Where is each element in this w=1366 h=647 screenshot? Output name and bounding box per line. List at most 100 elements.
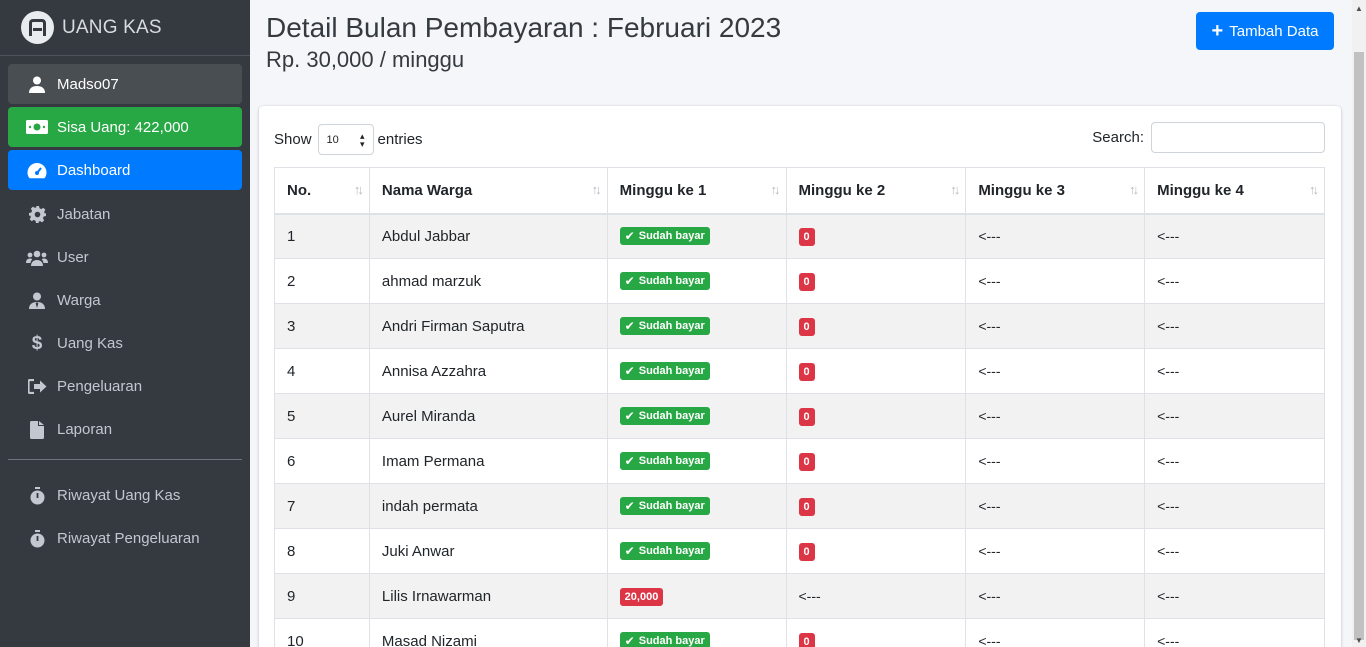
brand-link[interactable]: UANG KAS	[0, 0, 250, 56]
sidebar-item-label: Dashboard	[57, 161, 131, 179]
paid-badge[interactable]: ✔ Sudah bayar	[619, 497, 710, 515]
check-icon: ✔	[624, 229, 635, 244]
table-cell: 0	[785, 213, 967, 259]
users-icon	[26, 248, 48, 268]
table-cell: <---	[1144, 573, 1325, 619]
table-cell: <---	[965, 528, 1146, 574]
paid-badge[interactable]: ✔ Sudah bayar	[619, 542, 710, 560]
sidebar-item-label: User	[57, 249, 89, 266]
add-data-button[interactable]: + Tambah Data	[1196, 12, 1334, 50]
search-input[interactable]	[1151, 122, 1325, 153]
paid-badge[interactable]: ✔ Sudah bayar	[619, 272, 710, 290]
column-header-minggu-4[interactable]: Minggu ke 4 ↑↓	[1144, 167, 1325, 215]
unpaid-badge[interactable]: 0	[798, 227, 815, 246]
table-cell: 7	[274, 483, 370, 529]
sidebar-saldo[interactable]: Sisa Uang: 422,000	[8, 107, 242, 147]
dollar-icon: $	[31, 332, 43, 354]
entries-control: Show 10 ▴ ▾ entries	[274, 124, 423, 155]
empty-indicator: <---	[1157, 542, 1180, 559]
table-cell: ✔ Sudah bayar	[606, 303, 787, 349]
paid-badge[interactable]: ✔ Sudah bayar	[619, 227, 710, 246]
brand-name: UANG KAS	[62, 16, 162, 38]
table-cell: Juki Anwar	[368, 528, 608, 574]
sidebar-item-label: Riwayat Pengeluaran	[57, 530, 200, 547]
empty-indicator: <---	[1157, 587, 1180, 604]
check-icon: ✔	[624, 634, 635, 647]
sidebar-item-jabatan[interactable]: Jabatan	[8, 193, 242, 236]
sidebar-divider	[8, 459, 242, 460]
sort-icon: ↑↓	[591, 182, 602, 197]
row-number: 10	[287, 632, 304, 647]
table-cell: 1	[274, 213, 370, 259]
column-header-minggu-2[interactable]: Minggu ke 2 ↑↓	[785, 167, 967, 215]
table-cell: ✔ Sudah bayar	[606, 258, 787, 304]
warga-name: Imam Permana	[381, 452, 485, 470]
table-cell: Imam Permana	[368, 438, 608, 484]
paid-badge[interactable]: ✔ Sudah bayar	[619, 407, 710, 425]
paid-badge[interactable]: ✔ Sudah bayar	[619, 632, 710, 647]
row-number: 2	[287, 272, 296, 290]
table-cell: 20,000	[606, 573, 787, 619]
sort-icon: ↑↓	[1309, 182, 1319, 197]
sort-icon: ↑↓	[353, 182, 364, 197]
sidebar-item-warga[interactable]: Warga	[8, 279, 242, 322]
empty-indicator: <---	[1157, 452, 1180, 469]
sort-icon: ↑↓	[1129, 182, 1139, 197]
table-cell: <---	[965, 618, 1146, 647]
unpaid-badge[interactable]: 0	[798, 407, 815, 426]
table-cell: <---	[1144, 483, 1325, 529]
unpaid-badge[interactable]: 0	[798, 272, 815, 291]
sidebar-user[interactable]: Madso07	[8, 64, 242, 104]
table-cell: <---	[1144, 438, 1325, 484]
table-row: 5 Aurel Miranda ✔ Sudah bayar 0 <--- <---	[274, 393, 1325, 439]
sidebar-item-dashboard[interactable]: Dashboard	[8, 150, 242, 190]
table-cell: <---	[1144, 393, 1325, 439]
table-cell: <---	[1144, 528, 1325, 574]
scroll-thumb[interactable]	[1354, 52, 1364, 640]
table-cell: 10	[274, 618, 370, 647]
sidebar-item-riwayat-pengeluaran[interactable]: Riwayat Pengeluaran	[8, 517, 242, 560]
select-arrows-icon: ▴ ▾	[360, 130, 365, 149]
row-number: 5	[287, 407, 296, 425]
sidebar-item-user[interactable]: User	[8, 236, 242, 279]
search-control: Search:	[1092, 122, 1325, 153]
table-cell: Lilis Irnawarman	[368, 573, 608, 619]
warga-name: Juki Anwar	[381, 542, 455, 560]
table-cell: <---	[965, 483, 1146, 529]
paid-badge[interactable]: ✔ Sudah bayar	[619, 452, 710, 470]
entries-label: entries	[377, 131, 423, 148]
entries-select[interactable]: 10 ▴ ▾	[317, 124, 374, 155]
unpaid-badge[interactable]: 0	[798, 632, 815, 647]
table-cell: 8	[274, 528, 370, 574]
column-header-minggu-3[interactable]: Minggu ke 3 ↑↓	[965, 167, 1146, 215]
unpaid-badge[interactable]: 20,000	[619, 587, 664, 606]
column-header-no[interactable]: No. ↑↓	[274, 167, 370, 215]
sidebar-item-riwayat-uang-kas[interactable]: Riwayat Uang Kas	[8, 474, 242, 517]
scroll-down-icon[interactable]: ▼	[1355, 636, 1363, 645]
page-scrollbar[interactable]: ▲ ▼	[1352, 0, 1366, 647]
sidebar-item-label: Riwayat Uang Kas	[57, 487, 181, 504]
unpaid-badge[interactable]: 0	[798, 317, 815, 336]
empty-indicator: <---	[978, 587, 1001, 604]
unpaid-badge[interactable]: 0	[798, 542, 815, 561]
paid-badge[interactable]: ✔ Sudah bayar	[619, 317, 710, 335]
table-cell: 0	[785, 483, 967, 529]
table-cell: 5	[274, 393, 370, 439]
unpaid-badge[interactable]: 0	[798, 362, 815, 381]
warga-name: Aurel Miranda	[381, 407, 476, 425]
warga-name: Masad Nizami	[381, 632, 477, 647]
empty-indicator: <---	[1157, 362, 1180, 379]
unpaid-badge[interactable]: 0	[798, 452, 815, 471]
sidebar-item-laporan[interactable]: Laporan	[8, 408, 242, 451]
unpaid-badge[interactable]: 0	[798, 497, 815, 516]
sidebar-item-uang-kas[interactable]: $ Uang Kas	[8, 322, 242, 365]
sidebar-item-pengeluaran[interactable]: Pengeluaran	[8, 365, 242, 408]
table-cell: Aurel Miranda	[368, 393, 608, 439]
check-icon: ✔	[624, 544, 635, 558]
check-icon: ✔	[624, 274, 635, 288]
empty-indicator: <---	[1157, 497, 1180, 514]
column-header-minggu-1[interactable]: Minggu ke 1 ↑↓	[606, 167, 787, 215]
scroll-up-icon[interactable]: ▲	[1355, 4, 1363, 13]
column-header-nama-warga[interactable]: Nama Warga ↑↓	[368, 167, 608, 215]
paid-badge[interactable]: ✔ Sudah bayar	[619, 362, 710, 380]
